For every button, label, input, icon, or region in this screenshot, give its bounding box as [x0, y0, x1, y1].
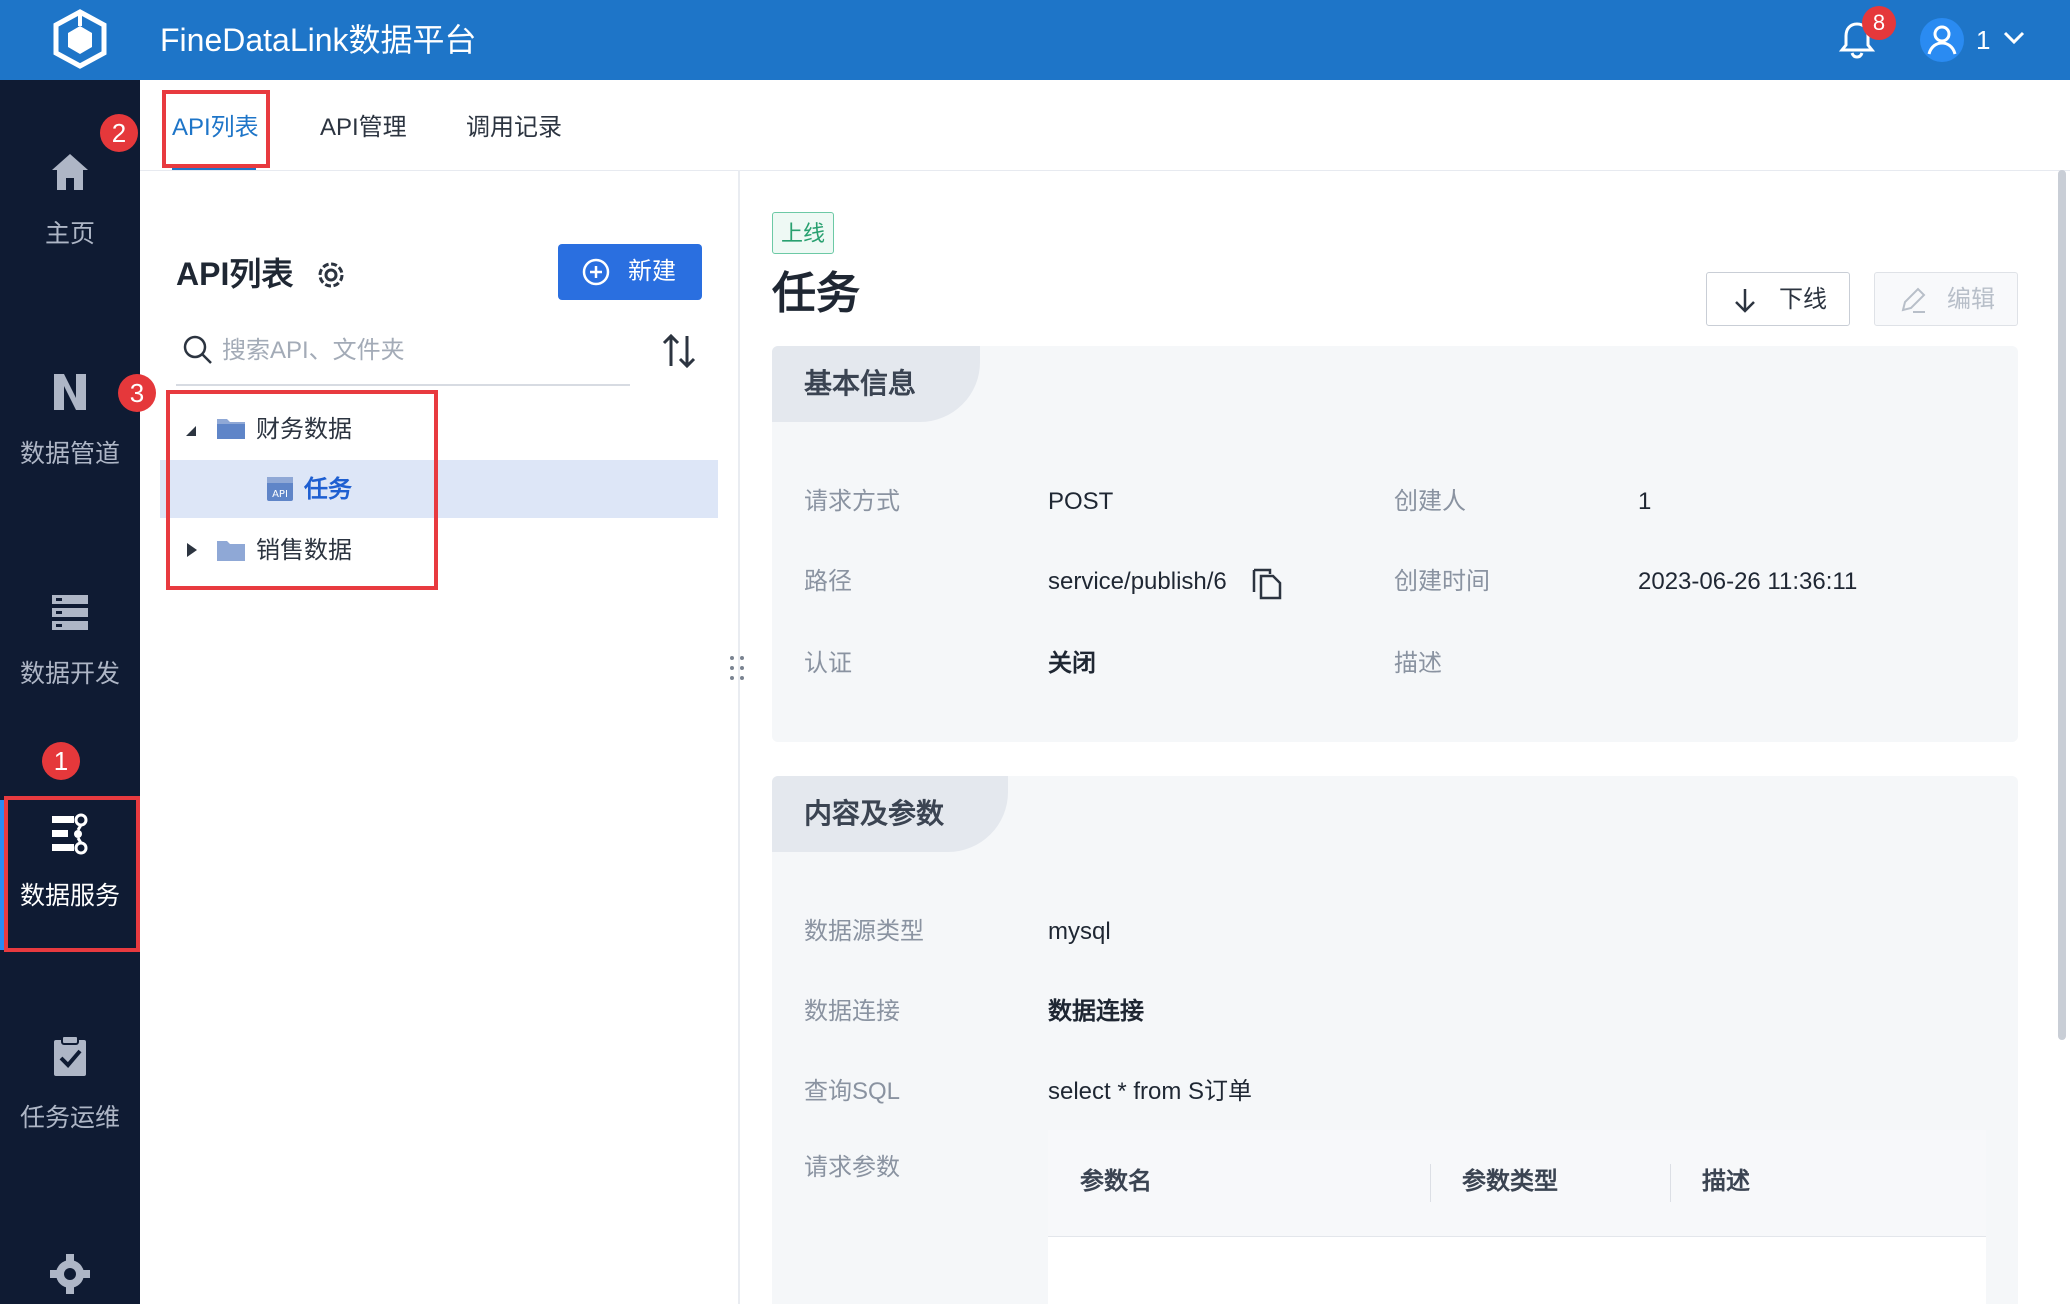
copy-icon[interactable] [1252, 568, 1282, 600]
user-name[interactable]: 1 [1976, 22, 1990, 58]
tab-call-records[interactable]: 调用记录 [466, 110, 562, 146]
column-separator [1670, 1164, 1671, 1202]
annotation-badge-1: 1 [42, 742, 80, 780]
description-label: 描述 [1394, 650, 1442, 677]
auth-value: 关闭 [1048, 650, 1096, 677]
nav-label: 数据开发 [19, 660, 120, 688]
nav-item-home[interactable]: 主页 [0, 150, 140, 250]
sql-value: select * from S订单 [1048, 1078, 1253, 1105]
connection-value: 数据连接 [1048, 998, 1144, 1025]
edit-button[interactable]: 编辑 [1874, 272, 2018, 326]
search-icon [183, 335, 212, 364]
annotation-box-2 [162, 90, 270, 168]
column-param-type: 参数类型 [1462, 1168, 1558, 1195]
panel-title: API列表 [176, 256, 294, 292]
method-value: POST [1048, 488, 1114, 515]
section-title: 基本信息 [804, 368, 917, 399]
home-icon [52, 154, 88, 190]
request-params-label: 请求参数 [804, 1154, 900, 1181]
edit-button-label: 编辑 [1947, 286, 1995, 313]
auth-label: 认证 [804, 650, 852, 677]
resize-handle-icon[interactable] [726, 654, 748, 688]
created-time-label: 创建时间 [1394, 568, 1490, 595]
column-param-name: 参数名 [1080, 1168, 1152, 1195]
app-title: FineDataLink数据平台 [160, 22, 477, 58]
content-params-heading: 内容及参数 [772, 776, 1008, 852]
annotation-box-1 [4, 796, 140, 952]
new-button[interactable]: 新建 [558, 244, 702, 300]
clipboard-check-icon [54, 1035, 86, 1076]
arrow-down-icon [1735, 289, 1755, 313]
scrollbar[interactable] [2058, 170, 2066, 1040]
column-separator [1430, 1164, 1431, 1202]
nav-label: 任务运维 [19, 1104, 120, 1132]
user-icon [1927, 25, 1957, 55]
nav-item-ops[interactable]: 任务运维 [0, 1034, 140, 1134]
tab-bar [140, 80, 2070, 171]
tab-api-manage[interactable]: API管理 [320, 110, 407, 146]
params-table-header: 参数名 参数类型 描述 [1048, 1130, 1986, 1237]
new-button-label: 新建 [628, 258, 676, 285]
params-table: 参数名 参数类型 描述 [1048, 1130, 1986, 1304]
nav-item-dev[interactable]: 数据开发 [0, 590, 140, 690]
created-time-value: 2023-06-26 11:36:11 [1638, 568, 1858, 595]
basic-info-heading: 基本信息 [772, 346, 980, 422]
annotation-box-3 [166, 390, 438, 590]
chevron-down-icon[interactable] [2002, 28, 2026, 48]
avatar[interactable] [1920, 18, 1964, 62]
nav-label: 数据管道 [19, 440, 120, 468]
nav-item-settings[interactable] [0, 1252, 140, 1296]
connection-label: 数据连接 [804, 998, 900, 1025]
annotation-badge-2: 2 [100, 114, 138, 152]
source-type-label: 数据源类型 [804, 918, 924, 945]
notification-badge: 8 [1862, 6, 1896, 40]
offline-button[interactable]: 下线 [1706, 272, 1850, 326]
offline-button-label: 下线 [1779, 286, 1827, 313]
sort-icon[interactable] [660, 332, 698, 370]
settings-icon[interactable] [312, 256, 350, 294]
creator-label: 创建人 [1394, 488, 1466, 515]
section-title: 内容及参数 [804, 798, 945, 829]
column-description: 描述 [1702, 1168, 1750, 1195]
plus-circle-icon [582, 258, 610, 286]
sql-label: 查询SQL [804, 1078, 901, 1105]
gear-icon [50, 1254, 90, 1294]
annotation-badge-3: 3 [118, 374, 156, 412]
path-value: service/publish/6 [1048, 568, 1227, 595]
panel-divider [738, 170, 740, 1304]
path-label: 路径 [804, 568, 852, 595]
source-type-value: mysql [1048, 918, 1111, 945]
pipeline-icon [54, 374, 86, 410]
creator-value: 1 [1638, 488, 1652, 515]
nav-label: 主页 [44, 220, 95, 248]
search-input[interactable] [220, 330, 624, 372]
method-label: 请求方式 [804, 488, 900, 515]
logo-icon[interactable] [48, 8, 112, 72]
pencil-icon [1901, 287, 1926, 313]
dev-icon [52, 595, 88, 630]
basic-info-section: 基本信息 [772, 346, 2018, 742]
status-badge: 上线 [772, 212, 834, 254]
page-title: 任务 [772, 269, 860, 318]
